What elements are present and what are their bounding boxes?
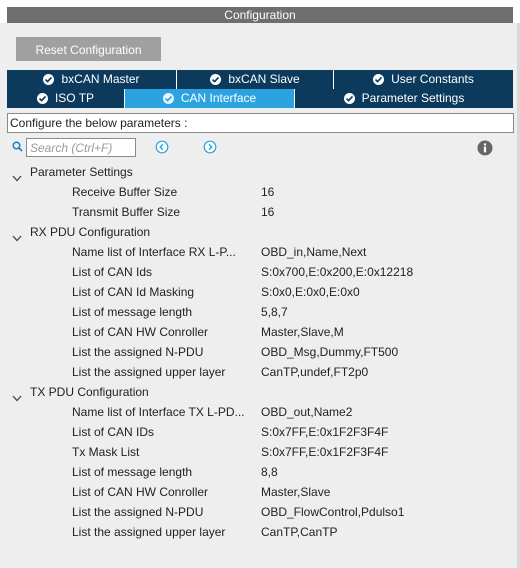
tab-label: ISO TP bbox=[54, 91, 95, 105]
param-row[interactable]: List the assigned upper layer CanTP,unde… bbox=[0, 362, 520, 382]
param-value: 16 bbox=[261, 185, 275, 199]
param-row[interactable]: List of CAN HW Conroller Master,Slave,M bbox=[0, 322, 520, 342]
param-name: List the assigned N-PDU bbox=[72, 505, 204, 519]
instructions-label: Configure the below parameters : bbox=[7, 113, 514, 133]
check-circle-icon bbox=[162, 93, 174, 104]
param-row[interactable]: List of message length 5,8,7 bbox=[0, 302, 520, 322]
info-icon[interactable] bbox=[477, 140, 493, 159]
param-value: S:0x7FF,E:0x1F2F3F4F bbox=[261, 445, 389, 459]
tab-label: Parameter Settings bbox=[361, 91, 465, 105]
tab-label: CAN Interface bbox=[180, 91, 257, 105]
check-circle-icon bbox=[36, 93, 48, 104]
group-parameter-settings[interactable]: Parameter Settings bbox=[0, 162, 520, 182]
param-row[interactable]: List of CAN Ids S:0x700,E:0x200,E:0x1221… bbox=[0, 262, 520, 282]
param-name: List of CAN IDs bbox=[72, 425, 155, 439]
check-circle-icon bbox=[210, 74, 222, 85]
tab-bxcan-master[interactable]: bxCAN Master bbox=[7, 70, 177, 89]
param-name: List the assigned upper layer bbox=[72, 365, 226, 379]
param-row[interactable]: List of CAN HW Conroller Master,Slave bbox=[0, 482, 520, 502]
param-value: Master,Slave,M bbox=[261, 325, 344, 339]
group-label: RX PDU Configuration bbox=[30, 225, 151, 239]
param-row[interactable]: Tx Mask List S:0x7FF,E:0x1F2F3F4F bbox=[0, 442, 520, 462]
param-row[interactable]: Receive Buffer Size 16 bbox=[0, 182, 520, 202]
param-name: List of message length bbox=[72, 305, 193, 319]
param-value: OBD_FlowControl,Pdulso1 bbox=[261, 505, 405, 519]
param-row[interactable]: List of CAN Id Masking S:0x0,E:0x0,E:0x0 bbox=[0, 282, 520, 302]
param-value: 5,8,7 bbox=[261, 305, 288, 319]
tab-iso-tp[interactable]: ISO TP bbox=[7, 89, 125, 108]
tab-user-constants[interactable]: User Constants bbox=[334, 70, 513, 89]
param-name: Name list of Interface RX L-P... bbox=[72, 245, 236, 259]
param-name: List the assigned upper layer bbox=[72, 525, 226, 539]
param-value: 16 bbox=[261, 205, 275, 219]
search-icon bbox=[12, 141, 23, 155]
check-circle-icon bbox=[43, 74, 55, 85]
param-row[interactable]: List of CAN IDs S:0x7FF,E:0x1F2F3F4F bbox=[0, 422, 520, 442]
param-value: CanTP,CanTP bbox=[261, 525, 338, 539]
group-label: TX PDU Configuration bbox=[30, 385, 149, 399]
param-value: OBD_Msg,Dummy,FT500 bbox=[261, 345, 399, 359]
param-name: Receive Buffer Size bbox=[72, 185, 178, 199]
tab-label: bxCAN Slave bbox=[228, 72, 300, 86]
search-input[interactable] bbox=[26, 138, 136, 157]
param-value: 8,8 bbox=[261, 465, 278, 479]
param-value: Master,Slave bbox=[261, 485, 331, 499]
param-value: OBD_in,Name,Next bbox=[261, 245, 367, 259]
param-row[interactable]: List the assigned upper layer CanTP,CanT… bbox=[0, 522, 520, 542]
param-row[interactable]: List the assigned N-PDU OBD_FlowControl,… bbox=[0, 502, 520, 522]
param-name: Tx Mask List bbox=[72, 445, 140, 459]
param-value: OBD_out,Name2 bbox=[261, 405, 353, 419]
tab-row-1: bxCAN Master bxCAN Slave User Constants bbox=[7, 70, 513, 89]
param-row[interactable]: Transmit Buffer Size 16 bbox=[0, 202, 520, 222]
tab-row-2: ISO TP CAN Interface Parameter Settings bbox=[7, 89, 513, 108]
param-name: List of message length bbox=[72, 465, 193, 479]
param-row[interactable]: Name list of Interface RX L-P... OBD_in,… bbox=[0, 242, 520, 262]
param-row[interactable]: List of message length 8,8 bbox=[0, 462, 520, 482]
param-name: Transmit Buffer Size bbox=[72, 205, 181, 219]
param-name: List of CAN Ids bbox=[72, 265, 153, 279]
group-tx-pdu-configuration[interactable]: TX PDU Configuration bbox=[0, 382, 520, 402]
window-title: Configuration bbox=[7, 7, 513, 23]
tab-label: bxCAN Master bbox=[61, 72, 140, 86]
chevron-right-circle-icon[interactable] bbox=[203, 140, 217, 157]
tab-can-interface[interactable]: CAN Interface bbox=[125, 89, 295, 108]
reset-configuration-button[interactable]: Reset Configuration bbox=[16, 37, 161, 61]
param-row[interactable]: List the assigned N-PDU OBD_Msg,Dummy,FT… bbox=[0, 342, 520, 362]
group-rx-pdu-configuration[interactable]: RX PDU Configuration bbox=[0, 222, 520, 242]
check-circle-icon bbox=[373, 74, 385, 85]
param-value: S:0x700,E:0x200,E:0x12218 bbox=[261, 265, 414, 279]
chevron-left-circle-icon[interactable] bbox=[155, 140, 169, 157]
param-name: List of CAN HW Conroller bbox=[72, 485, 209, 499]
param-name: List of CAN HW Conroller bbox=[72, 325, 209, 339]
check-circle-icon bbox=[343, 93, 355, 104]
param-value: S:0x0,E:0x0,E:0x0 bbox=[261, 285, 360, 299]
param-value: CanTP,undef,FT2p0 bbox=[261, 365, 369, 379]
param-name: Name list of Interface TX L-PD... bbox=[72, 405, 245, 419]
param-name: List of CAN Id Masking bbox=[72, 285, 195, 299]
param-value: S:0x7FF,E:0x1F2F3F4F bbox=[261, 425, 389, 439]
tab-label: User Constants bbox=[391, 72, 474, 86]
param-name: List the assigned N-PDU bbox=[72, 345, 204, 359]
param-row[interactable]: Name list of Interface TX L-PD... OBD_ou… bbox=[0, 402, 520, 422]
tab-parameter-settings[interactable]: Parameter Settings bbox=[295, 89, 513, 108]
group-label: Parameter Settings bbox=[30, 165, 133, 179]
tab-bxcan-slave[interactable]: bxCAN Slave bbox=[177, 70, 334, 89]
